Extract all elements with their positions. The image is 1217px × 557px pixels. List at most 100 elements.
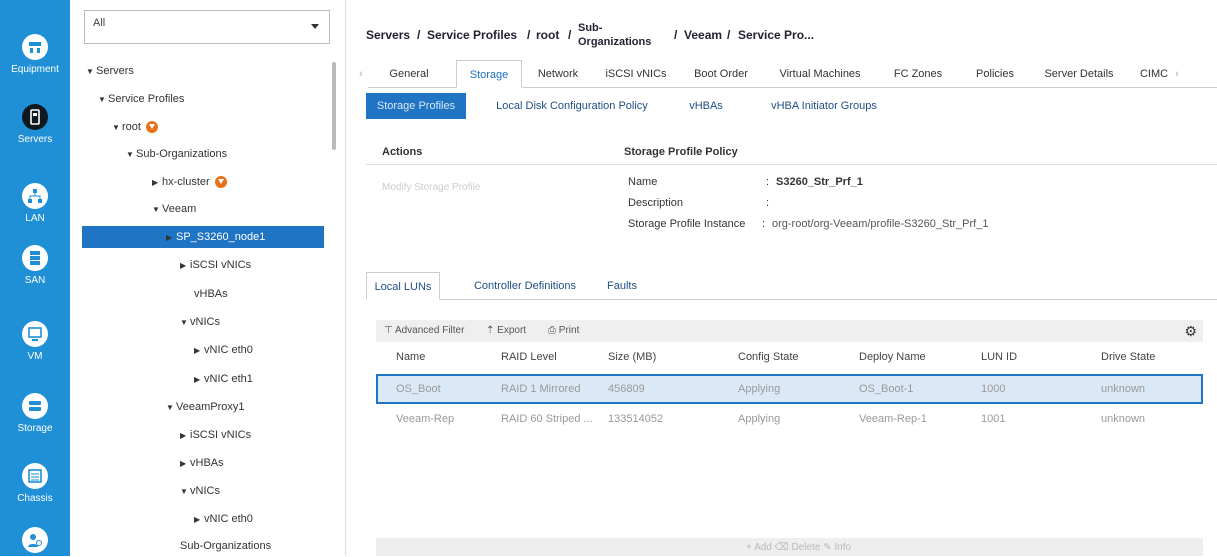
tree-node[interactable]: ▶ hx-cluster (152, 171, 227, 193)
caret-down-icon[interactable]: ▼ (180, 312, 190, 334)
tree-node-label: iSCSI vNICs (190, 429, 252, 441)
subtab-vhbas[interactable]: vHBAs (680, 93, 732, 119)
export-button[interactable]: ⇡ Export (486, 320, 526, 342)
tree-node[interactable]: ▼ root (112, 116, 158, 138)
tree-filter-dropdown[interactable]: All (84, 10, 330, 44)
tabs-scroll-left-icon[interactable]: ‹ (356, 60, 366, 88)
breadcrumb-servers[interactable]: Servers (366, 28, 410, 42)
caret-right-icon[interactable]: ▶ (194, 509, 204, 531)
breadcrumb-sub-org-line2[interactable]: Organizations (578, 36, 651, 48)
caret-right-icon[interactable]: ▶ (180, 425, 190, 447)
column-header[interactable]: Deploy Name (859, 342, 926, 372)
nav-item-vm[interactable]: VM (0, 321, 70, 362)
tab-general[interactable]: General (382, 60, 436, 88)
tree-node[interactable]: ▼ Sub-Organizations (126, 143, 227, 165)
caret-right-icon[interactable]: ▶ (166, 227, 176, 249)
modify-storage-profile-link[interactable]: Modify Storage Profile (382, 182, 480, 193)
table-cell: OS_Boot-1 (859, 383, 914, 395)
table-cell: RAID 1 Mirrored (501, 383, 581, 395)
breadcrumb-sub-org-line1[interactable]: Sub- (578, 22, 602, 34)
table-cell: Applying (738, 383, 781, 395)
chassis-icon (22, 463, 48, 489)
tab-storage[interactable]: Storage (456, 60, 522, 88)
breadcrumb-veeam[interactable]: Veeam (684, 28, 722, 42)
tree-node[interactable]: ▶ vNIC eth0 (194, 339, 253, 361)
tabs-scroll-right-icon[interactable]: › (1172, 60, 1182, 88)
caret-down-icon[interactable]: ▼ (166, 397, 176, 419)
tab-server-details[interactable]: Server Details (1036, 60, 1122, 88)
gear-icon[interactable]: ⚙ (1184, 323, 1197, 340)
tree-node[interactable]: ▶ SP_S3260_node1 (82, 226, 324, 248)
tree-scrollbar[interactable] (332, 62, 336, 150)
breadcrumb-service-profiles[interactable]: Service Profiles (427, 28, 517, 42)
tree-node[interactable]: ▼ VeeamProxy1 (166, 396, 244, 418)
caret-right-icon[interactable]: ▶ (194, 369, 204, 391)
tab-local-luns[interactable]: Local LUNs (366, 272, 440, 300)
tree-node[interactable]: ▼ vNICs (180, 480, 220, 502)
caret-right-icon[interactable]: ▶ (152, 172, 162, 194)
subtab-vhba-initiator-groups[interactable]: vHBA Initiator Groups (746, 93, 902, 119)
tab-cimc[interactable]: CIMC (1136, 60, 1172, 88)
column-header[interactable]: Drive State (1101, 342, 1155, 372)
caret-down-icon[interactable]: ▼ (180, 481, 190, 503)
tree-node[interactable]: ▼ Veeam (152, 198, 196, 220)
caret-right-icon[interactable]: ▶ (180, 453, 190, 475)
nav-item-san[interactable]: SAN (0, 245, 70, 286)
nav-item-equipment[interactable]: Equipment (0, 34, 70, 75)
server-icon (22, 104, 48, 130)
main-content: Servers / Service Profiles / root / Sub-… (346, 0, 1217, 556)
nav-item-chassis[interactable]: Chassis (0, 463, 70, 504)
caret-down-icon[interactable]: ▼ (152, 199, 162, 221)
tab-virtual-machines[interactable]: Virtual Machines (770, 60, 870, 88)
nav-item-admin[interactable] (0, 527, 70, 557)
table-row[interactable]: Veeam-Rep RAID 60 Striped ... 133514052 App… (376, 406, 1203, 436)
tree-node[interactable]: ▶ vNIC eth0 (194, 508, 253, 530)
nav-item-storage[interactable]: Storage (0, 393, 70, 434)
breadcrumb-service-profile[interactable]: Service Pro... (738, 28, 814, 42)
print-button[interactable]: ⎙ Print (548, 320, 579, 342)
table-row[interactable]: OS_Boot RAID 1 Mirrored 456809 Applying OS_B… (376, 374, 1203, 404)
column-header[interactable]: RAID Level (501, 342, 557, 372)
tree-filter-value: All (93, 17, 106, 29)
export-label: Export (497, 325, 527, 336)
table-cell: 456809 (608, 383, 645, 395)
tab-faults[interactable]: Faults (602, 272, 642, 300)
caret-right-icon[interactable]: ▶ (180, 255, 190, 277)
tree-node[interactable]: Sub-Organizations (180, 535, 271, 556)
nav-item-lan[interactable]: LAN (0, 183, 70, 224)
tree-node[interactable]: ▼ vNICs (180, 311, 220, 333)
caret-right-icon[interactable]: ▶ (194, 340, 204, 362)
tab-boot-order[interactable]: Boot Order (683, 60, 759, 88)
subtab-local-disk-configuration-policy[interactable]: Local Disk Configuration Policy (484, 93, 660, 119)
tab-policies[interactable]: Policies (968, 60, 1022, 88)
caret-down-icon[interactable]: ▼ (126, 144, 136, 166)
advanced-filter-label: Advanced Filter (394, 325, 465, 336)
tree-node[interactable]: ▶ vNIC eth1 (194, 368, 253, 390)
breadcrumb-root[interactable]: root (536, 28, 559, 42)
column-header[interactable]: Config State (738, 342, 799, 372)
caret-down-icon[interactable]: ▼ (86, 61, 96, 83)
tab-controller-definitions[interactable]: Controller Definitions (460, 272, 590, 300)
tab-iscsi-vnics[interactable]: iSCSI vNICs (598, 60, 674, 88)
caret-down-icon[interactable]: ▼ (112, 117, 122, 139)
tab-network[interactable]: Network (528, 60, 588, 88)
filter-icon: ⊤ (384, 325, 393, 336)
tree-node[interactable]: ▶ iSCSI vNICs (180, 424, 251, 446)
column-header[interactable]: Size (MB) (608, 342, 656, 372)
column-header[interactable]: Name (396, 342, 425, 372)
subtab-storage-profiles[interactable]: Storage Profiles (366, 93, 466, 119)
tree-node[interactable]: ▶ vHBAs (180, 452, 224, 474)
tree-node[interactable]: ▼ Service Profiles (98, 88, 184, 110)
tree-node[interactable]: ▶ iSCSI vNICs (180, 254, 251, 276)
caret-down-icon[interactable]: ▼ (98, 89, 108, 111)
breadcrumb-separator: / (727, 28, 731, 42)
table-footer-actions: + Add ⌫ Delete ✎ Info (376, 538, 1203, 556)
nav-item-servers[interactable]: Servers (0, 104, 70, 145)
column-header[interactable]: LUN ID (981, 342, 1017, 372)
tree-node-label: SP_S3260_node1 (176, 231, 266, 243)
tree-node[interactable]: vHBAs (194, 283, 228, 305)
advanced-filter-button[interactable]: ⊤ Advanced Filter (384, 320, 464, 342)
tab-fc-zones[interactable]: FC Zones (881, 60, 955, 88)
tree-node[interactable]: ▼ Servers (86, 60, 134, 82)
storage-icon (22, 393, 48, 419)
